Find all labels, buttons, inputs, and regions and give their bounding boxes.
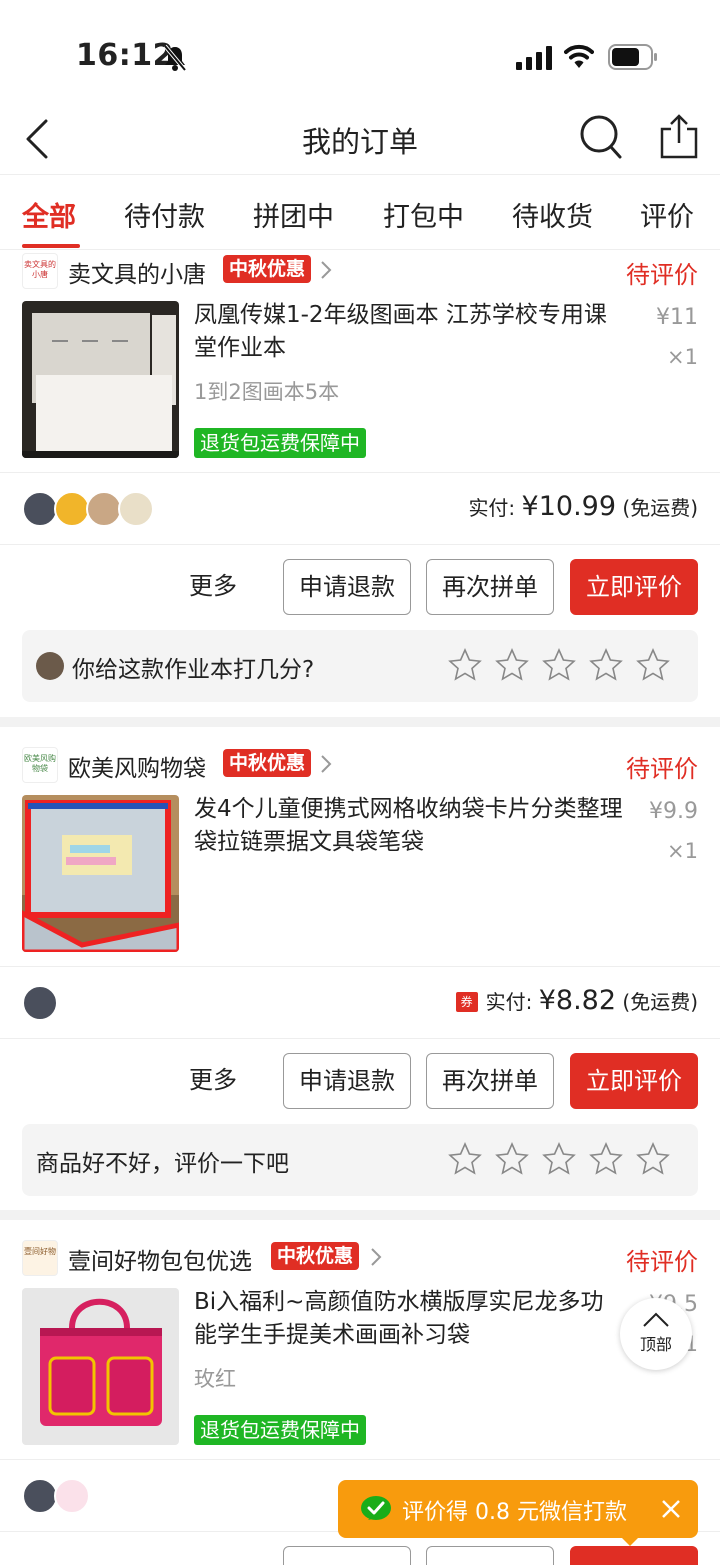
product-title[interactable]: 发4个儿童便携式网格收纳袋卡片分类整理袋拉链票据文具袋笔袋 [194,793,624,859]
search-icon[interactable] [578,113,624,161]
status-time: 16:12 [76,38,174,73]
product-image[interactable] [22,301,179,458]
refund-button[interactable] [283,1546,411,1565]
chevron-right-icon [321,755,332,773]
order-card: 欧美风购物袋 欧美风购物袋 中秋优惠 待评价 发4个儿童便携式网格收纳袋卡片分类… [0,745,720,1205]
chevron-right-icon [371,1248,382,1266]
tab-pending-receipt[interactable]: 待收货 [512,195,593,234]
order-status: 待评价 [626,1248,698,1276]
star-icon[interactable] [495,648,529,682]
star-icon[interactable] [542,1142,576,1176]
product-quantity: ×1 [667,345,698,369]
order-status: 待评价 [626,755,698,783]
coupon-icon: 券 [455,992,478,1012]
review-button[interactable]: 立即评价 [570,1053,698,1109]
star-icon[interactable] [589,648,623,682]
product-title[interactable]: Bi入福利~高颜值防水横版厚实尼龙多功能学生手提美术画画补习袋 [194,1286,624,1352]
product-quantity: ×1 [667,839,698,863]
regroup-button[interactable]: 再次拼单 [426,1053,554,1109]
bell-off-icon [163,44,187,72]
paid-value: ¥8.82 [538,985,617,1016]
product-price: ¥11 [656,305,698,330]
nav-bar: 我的订单 [0,105,720,175]
active-tab-indicator [22,244,80,248]
avatar [54,1478,90,1514]
star-icon[interactable] [495,1142,529,1176]
star-icon[interactable] [448,648,482,682]
product-spec: 玫红 [194,1367,236,1391]
shop-name[interactable]: 卖文具的小唐 [68,255,206,289]
avatar [54,491,90,527]
tab-review[interactable]: 评价 [640,195,694,234]
rating-prompt[interactable]: 你给这款作业本打几分? [22,630,698,702]
tab-group-buying[interactable]: 拼团中 [253,195,334,234]
avatar [22,491,58,527]
star-rating[interactable] [448,1142,684,1178]
shop-row[interactable]: 壹间好物 壹间好物包包优选 中秋优惠 待评价 [0,1238,720,1282]
tab-packing[interactable]: 打包中 [383,195,464,234]
refund-button[interactable]: 申请退款 [283,559,411,615]
rating-prompt[interactable]: 商品好不好，评价一下吧 [22,1124,698,1196]
avatar [22,1478,58,1514]
shop-row[interactable]: 卖文具的小唐 卖文具的小唐 中秋优惠 待评价 [0,251,720,295]
order-card: 卖文具的小唐 卖文具的小唐 中秋优惠 待评价 凤凰传媒1-2年级图画本 江苏学校… [0,251,720,711]
rating-prompt-text: 商品好不好，评价一下吧 [36,1151,289,1177]
paid-amount: 实付: ¥10.99 (免运费) [468,491,698,522]
product-title[interactable]: 凤凰传媒1-2年级图画本 江苏学校专用课堂作业本 [194,299,624,365]
avatar [118,491,154,527]
star-icon[interactable] [636,648,670,682]
regroup-button[interactable] [426,1546,554,1565]
star-icon[interactable] [636,1142,670,1176]
star-icon[interactable] [448,1142,482,1176]
star-rating[interactable] [448,648,684,684]
rating-prompt-text: 你给这款作业本打几分? [72,657,315,683]
shop-name[interactable]: 壹间好物包包优选 [68,1242,252,1276]
toast-text: 评价得 0.8 元微信打款 [402,1500,627,1525]
regroup-button[interactable]: 再次拼单 [426,559,554,615]
signal-icon [516,46,552,70]
shop-logo: 欧美风购物袋 [22,747,58,783]
promo-badge: 中秋优惠 [223,255,312,283]
shop-row[interactable]: 欧美风购物袋 欧美风购物袋 中秋优惠 待评价 [0,745,720,789]
product-image[interactable] [22,1288,179,1445]
wechat-icon [361,1496,391,1520]
review-button[interactable] [570,1546,698,1565]
shop-logo: 壹间好物 [22,1240,58,1276]
review-button[interactable]: 立即评价 [570,559,698,615]
shop-logo: 卖文具的小唐 [22,253,58,289]
close-icon[interactable] [660,1498,682,1520]
guarantee-badge: 退货包运费保障中 [194,428,366,458]
paid-value: ¥10.99 [521,491,617,522]
product-spec: 1到2图画本5本 [194,380,340,404]
share-icon[interactable] [658,113,700,161]
chevron-right-icon [321,261,332,279]
tab-pending-payment[interactable]: 待付款 [124,195,205,234]
star-icon[interactable] [542,648,576,682]
star-icon[interactable] [589,1142,623,1176]
product-price: ¥9.9 [649,799,698,824]
more-button[interactable]: 更多 [178,559,248,615]
promo-badge: 中秋优惠 [223,749,312,777]
wifi-icon [564,44,594,68]
chevron-up-icon [643,1312,669,1327]
promo-badge: 中秋优惠 [271,1242,360,1270]
order-status: 待评价 [626,261,698,289]
more-button[interactable]: 更多 [178,1053,248,1109]
back-to-top-label: 顶部 [639,1335,672,1354]
shop-name[interactable]: 欧美风购物袋 [68,749,206,783]
avatar [86,491,122,527]
status-bar: 16:12 [0,0,720,105]
back-to-top-button[interactable]: 顶部 [620,1298,692,1370]
guarantee-badge: 退货包运费保障中 [194,1415,366,1445]
tab-all[interactable]: 全部 [22,195,76,234]
refund-button[interactable]: 申请退款 [283,1053,411,1109]
order-tabs: 全部 待付款 拼团中 打包中 待收货 评价 [0,176,720,250]
paid-amount: 券实付: ¥8.82 (免运费) [455,985,698,1016]
avatar [36,652,64,680]
review-reward-toast[interactable]: 评价得 0.8 元微信打款 [338,1480,698,1546]
product-image[interactable] [22,795,179,952]
avatar [22,985,58,1021]
battery-icon [608,44,657,70]
